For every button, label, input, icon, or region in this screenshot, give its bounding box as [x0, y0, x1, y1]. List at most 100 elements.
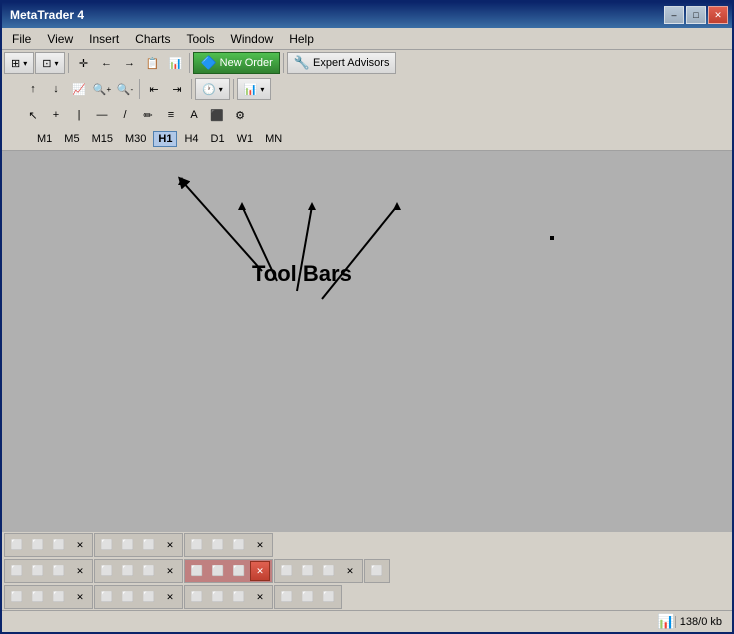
tf-h1[interactable]: H1 — [153, 131, 177, 147]
freehand-btn[interactable]: ✏ — [137, 104, 159, 126]
tf-mn[interactable]: MN — [260, 131, 287, 147]
menu-tools[interactable]: Tools — [179, 30, 223, 48]
task-btn-4b[interactable]: ⬜ — [28, 561, 48, 581]
task-close-2[interactable]: ✕ — [160, 535, 180, 555]
chart-btn-2[interactable]: 📊 ▾ — [237, 78, 272, 100]
period-btn[interactable]: 🕐 ▾ — [195, 78, 230, 100]
profiles-button[interactable]: ⊡ ▾ — [35, 52, 65, 74]
task-btn-3a[interactable]: ⬜ — [187, 535, 207, 555]
text-icon: A — [190, 109, 197, 121]
up-btn[interactable]: ↑ — [22, 78, 44, 100]
task-btn-7a[interactable]: ⬜ — [277, 561, 297, 581]
menu-charts[interactable]: Charts — [127, 30, 178, 48]
task-btn-12b[interactable]: ⬜ — [298, 587, 318, 607]
task-btn-6c[interactable]: ⬜ — [229, 561, 249, 581]
task-btn-5c[interactable]: ⬜ — [139, 561, 159, 581]
task-close-7[interactable]: ✕ — [340, 561, 360, 581]
zoom-in-button[interactable]: 🔍+ — [91, 78, 113, 100]
task-btn-1b[interactable]: ⬜ — [28, 535, 48, 555]
tf-h4[interactable]: H4 — [179, 131, 203, 147]
down-btn[interactable]: ↓ — [45, 78, 67, 100]
task-btn-2a[interactable]: ⬜ — [97, 535, 117, 555]
tf-m15[interactable]: M15 — [87, 131, 118, 147]
menu-insert[interactable]: Insert — [81, 30, 127, 48]
templates-button[interactable]: 📋 — [141, 52, 163, 74]
horizontal-line-btn[interactable]: — — [91, 104, 113, 126]
vertical-line-btn[interactable]: | — [68, 104, 90, 126]
task-btn-3b[interactable]: ⬜ — [208, 535, 228, 555]
main-content-area: Tool Bars — [2, 151, 732, 532]
task-btn-4c[interactable]: ⬜ — [49, 561, 69, 581]
fib-btn[interactable]: ≡ — [160, 104, 182, 126]
task-btn-11c[interactable]: ⬜ — [229, 587, 249, 607]
up-icon: ↑ — [30, 83, 36, 95]
task-btn-10a[interactable]: ⬜ — [97, 587, 117, 607]
task-close-5[interactable]: ✕ — [160, 561, 180, 581]
task-close-4[interactable]: ✕ — [70, 561, 90, 581]
task-btn-2b[interactable]: ⬜ — [118, 535, 138, 555]
task-btn-12c[interactable]: ⬜ — [319, 587, 339, 607]
maximize-button[interactable]: □ — [686, 6, 706, 24]
task-icon-3c: ⬜ — [233, 540, 245, 551]
scroll-right-icon: ⇥ — [172, 83, 181, 96]
label-icon: ⬛ — [210, 109, 224, 122]
charts-button[interactable]: 📊 — [164, 52, 186, 74]
crosshair-button[interactable]: ✛ — [72, 52, 94, 74]
select-tool-btn[interactable]: ↖ — [22, 104, 44, 126]
scroll-left-btn[interactable]: ⇤ — [143, 78, 165, 100]
task-btn-6b[interactable]: ⬜ — [208, 561, 228, 581]
tf-m5[interactable]: M5 — [59, 131, 84, 147]
task-btn-3c[interactable]: ⬜ — [229, 535, 249, 555]
task-btn-8a[interactable]: ⬜ — [367, 561, 387, 581]
menu-window[interactable]: Window — [223, 30, 282, 48]
task-btn-9c[interactable]: ⬜ — [49, 587, 69, 607]
menu-help[interactable]: Help — [281, 30, 322, 48]
task-close-11[interactable]: ✕ — [250, 587, 270, 607]
task-icon-12a: ⬜ — [281, 592, 293, 603]
forward-button[interactable]: → — [118, 52, 140, 74]
menu-file[interactable]: File — [4, 30, 39, 48]
new-chart-button[interactable]: ⊞ ▾ — [4, 52, 34, 74]
chart-type-btn[interactable]: 📈 — [68, 78, 90, 100]
task-btn-11a[interactable]: ⬜ — [187, 587, 207, 607]
scroll-right-btn[interactable]: ⇥ — [166, 78, 188, 100]
task-btn-1c[interactable]: ⬜ — [49, 535, 69, 555]
task-btn-5a[interactable]: ⬜ — [97, 561, 117, 581]
settings-tool-btn[interactable]: ⚙ — [229, 104, 251, 126]
new-order-button[interactable]: 🔷 New Order — [193, 52, 279, 74]
crosshair-tool-btn[interactable]: + — [45, 104, 67, 126]
task-btn-2c[interactable]: ⬜ — [139, 535, 159, 555]
menu-view[interactable]: View — [39, 30, 81, 48]
task-btn-12a[interactable]: ⬜ — [277, 587, 297, 607]
zoom-out-button[interactable]: 🔍- — [114, 78, 136, 100]
back-button[interactable]: ← — [95, 52, 117, 74]
task-btn-9a[interactable]: ⬜ — [7, 587, 27, 607]
tf-d1[interactable]: D1 — [206, 131, 230, 147]
task-btn-9b[interactable]: ⬜ — [28, 587, 48, 607]
text-btn[interactable]: A — [183, 104, 205, 126]
expert-advisors-button[interactable]: 🔧 Expert Advisors — [287, 52, 397, 74]
task-btn-6a[interactable]: ⬜ — [187, 561, 207, 581]
task-btn-4a[interactable]: ⬜ — [7, 561, 27, 581]
task-btn-10c[interactable]: ⬜ — [139, 587, 159, 607]
task-close-9[interactable]: ✕ — [70, 587, 90, 607]
tf-m30[interactable]: M30 — [120, 131, 151, 147]
task-close-1[interactable]: ✕ — [70, 535, 90, 555]
task-close-10[interactable]: ✕ — [160, 587, 180, 607]
task-close-3[interactable]: ✕ — [250, 535, 270, 555]
trend-line-btn[interactable]: / — [114, 104, 136, 126]
minimize-button[interactable]: – — [664, 6, 684, 24]
close-button[interactable]: ✕ — [708, 6, 728, 24]
task-btn-7c[interactable]: ⬜ — [319, 561, 339, 581]
tf-m1[interactable]: M1 — [32, 131, 57, 147]
task-btn-7b[interactable]: ⬜ — [298, 561, 318, 581]
task-btn-10b[interactable]: ⬜ — [118, 587, 138, 607]
label-btn[interactable]: ⬛ — [206, 104, 228, 126]
task-btn-1a[interactable]: ⬜ — [7, 535, 27, 555]
task-btn-11b[interactable]: ⬜ — [208, 587, 228, 607]
task-close-6[interactable]: ✕ — [250, 561, 270, 581]
period-dropdown-icon: ▾ — [219, 85, 223, 94]
task-btn-5b[interactable]: ⬜ — [118, 561, 138, 581]
task-icon-10c: ⬜ — [143, 592, 155, 603]
tf-w1[interactable]: W1 — [232, 131, 259, 147]
